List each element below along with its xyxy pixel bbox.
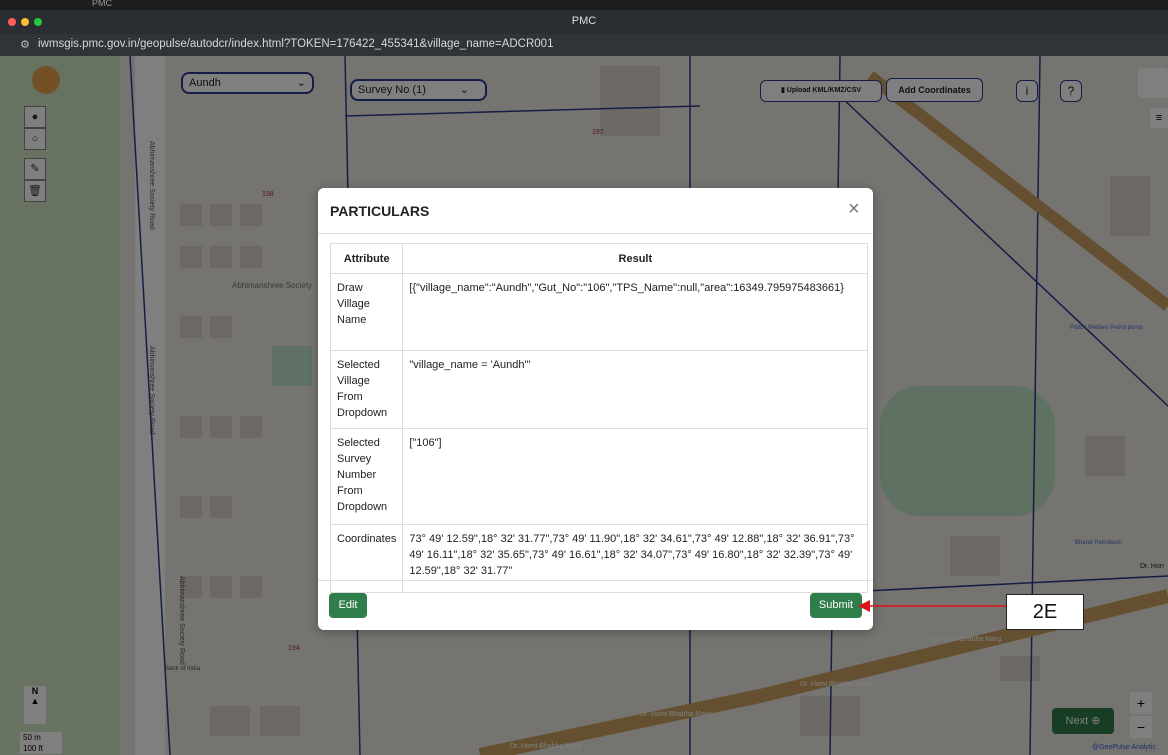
table-row: Draw Village Name [{"village_name":"Aund…: [329, 273, 869, 351]
table-row: Selected Village From Dropdown "village_…: [329, 350, 869, 429]
result-cell: 73° 49' 12.59",18° 32' 31.77",73° 49' 11…: [402, 524, 869, 593]
attribute-header: Attribute: [329, 243, 404, 274]
table-row: Coordinates 73° 49' 12.59",18° 32' 31.77…: [329, 524, 869, 593]
tab-strip: PMC: [0, 0, 1168, 10]
site-settings-icon[interactable]: ⚙: [20, 38, 30, 51]
window-title: PMC: [571, 15, 597, 27]
attribute-cell: Selected Village From Dropdown: [329, 350, 404, 429]
close-icon[interactable]: ×: [848, 198, 860, 221]
result-cell: ["106"]: [402, 428, 869, 525]
url-text[interactable]: iwmsgis.pmc.gov.in/geopulse/autodcr/inde…: [38, 38, 553, 50]
result-cell: "village_name = 'Aundh'": [402, 350, 869, 429]
attribute-cell: Selected Survey Number From Dropdown: [329, 428, 404, 525]
window-titlebar: PMC: [0, 10, 1168, 34]
tab-title[interactable]: PMC: [92, 0, 112, 8]
table-row: Selected Survey Number From Dropdown ["1…: [329, 428, 869, 525]
submit-button[interactable]: Submit: [810, 593, 862, 618]
modal-footer-divider: [318, 580, 873, 581]
particulars-modal: PARTICULARS × Attribute Result Draw Vill…: [318, 188, 873, 630]
address-bar[interactable]: ⚙ iwmsgis.pmc.gov.in/geopulse/autodcr/in…: [0, 34, 1168, 56]
annotation-label: 2E: [1006, 594, 1084, 630]
attribute-cell: Coordinates: [329, 524, 404, 593]
modal-title: PARTICULARS: [330, 203, 430, 219]
modal-header-divider: [318, 233, 873, 234]
result-header: Result: [402, 243, 869, 274]
particulars-table: Attribute Result Draw Village Name [{"vi…: [329, 243, 869, 593]
attribute-cell: Draw Village Name: [329, 273, 404, 351]
edit-button[interactable]: Edit: [329, 593, 367, 618]
result-cell: [{"village_name":"Aundh","Gut_No":"106",…: [402, 273, 869, 351]
table-header-row: Attribute Result: [329, 243, 869, 274]
result-text: [{"village_name":"Aundh","Gut_No":"106",…: [409, 282, 844, 294]
